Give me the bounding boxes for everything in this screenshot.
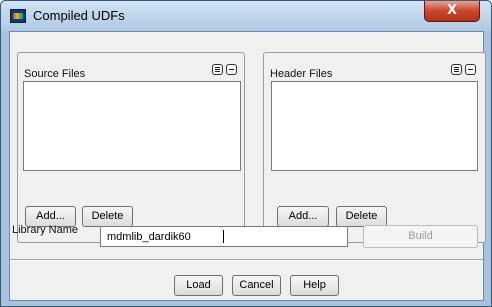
- source-files-label: Source Files: [24, 68, 86, 80]
- build-button[interactable]: Build: [363, 225, 478, 248]
- header-files-group: Header Files Add... Delete: [263, 52, 486, 243]
- source-files-group: Source Files Add... Delete: [17, 52, 245, 243]
- close-icon[interactable]: X: [424, 1, 480, 22]
- deselect-all-icon[interactable]: [226, 64, 237, 75]
- library-name-label: Library Name: [12, 224, 79, 236]
- cancel-button[interactable]: Cancel: [232, 275, 281, 296]
- fluent-app-icon: [10, 9, 26, 23]
- header-delete-button[interactable]: Delete: [336, 206, 387, 227]
- header-add-button[interactable]: Add...: [277, 206, 329, 227]
- source-files-list[interactable]: [23, 81, 241, 171]
- select-all-icon[interactable]: [451, 64, 462, 75]
- deselect-all-icon[interactable]: [465, 64, 476, 75]
- title-bar[interactable]: Compiled UDFs X: [1, 1, 491, 31]
- window-title: Compiled UDFs: [33, 8, 125, 23]
- library-name-input[interactable]: [100, 226, 348, 247]
- help-button[interactable]: Help: [290, 275, 339, 296]
- source-delete-button[interactable]: Delete: [82, 206, 133, 227]
- app-icon-stripe: [13, 13, 23, 19]
- dialog-body: Source Files Add... Delete Header Files …: [9, 31, 486, 301]
- text-cursor: [223, 230, 224, 243]
- header-files-list[interactable]: [271, 81, 478, 171]
- compiled-udfs-dialog: Compiled UDFs X Source Files Add... Dele…: [0, 0, 492, 307]
- load-button[interactable]: Load: [174, 275, 223, 296]
- footer-separator: [10, 259, 483, 261]
- header-files-label: Header Files: [270, 68, 333, 80]
- select-all-icon[interactable]: [212, 64, 223, 75]
